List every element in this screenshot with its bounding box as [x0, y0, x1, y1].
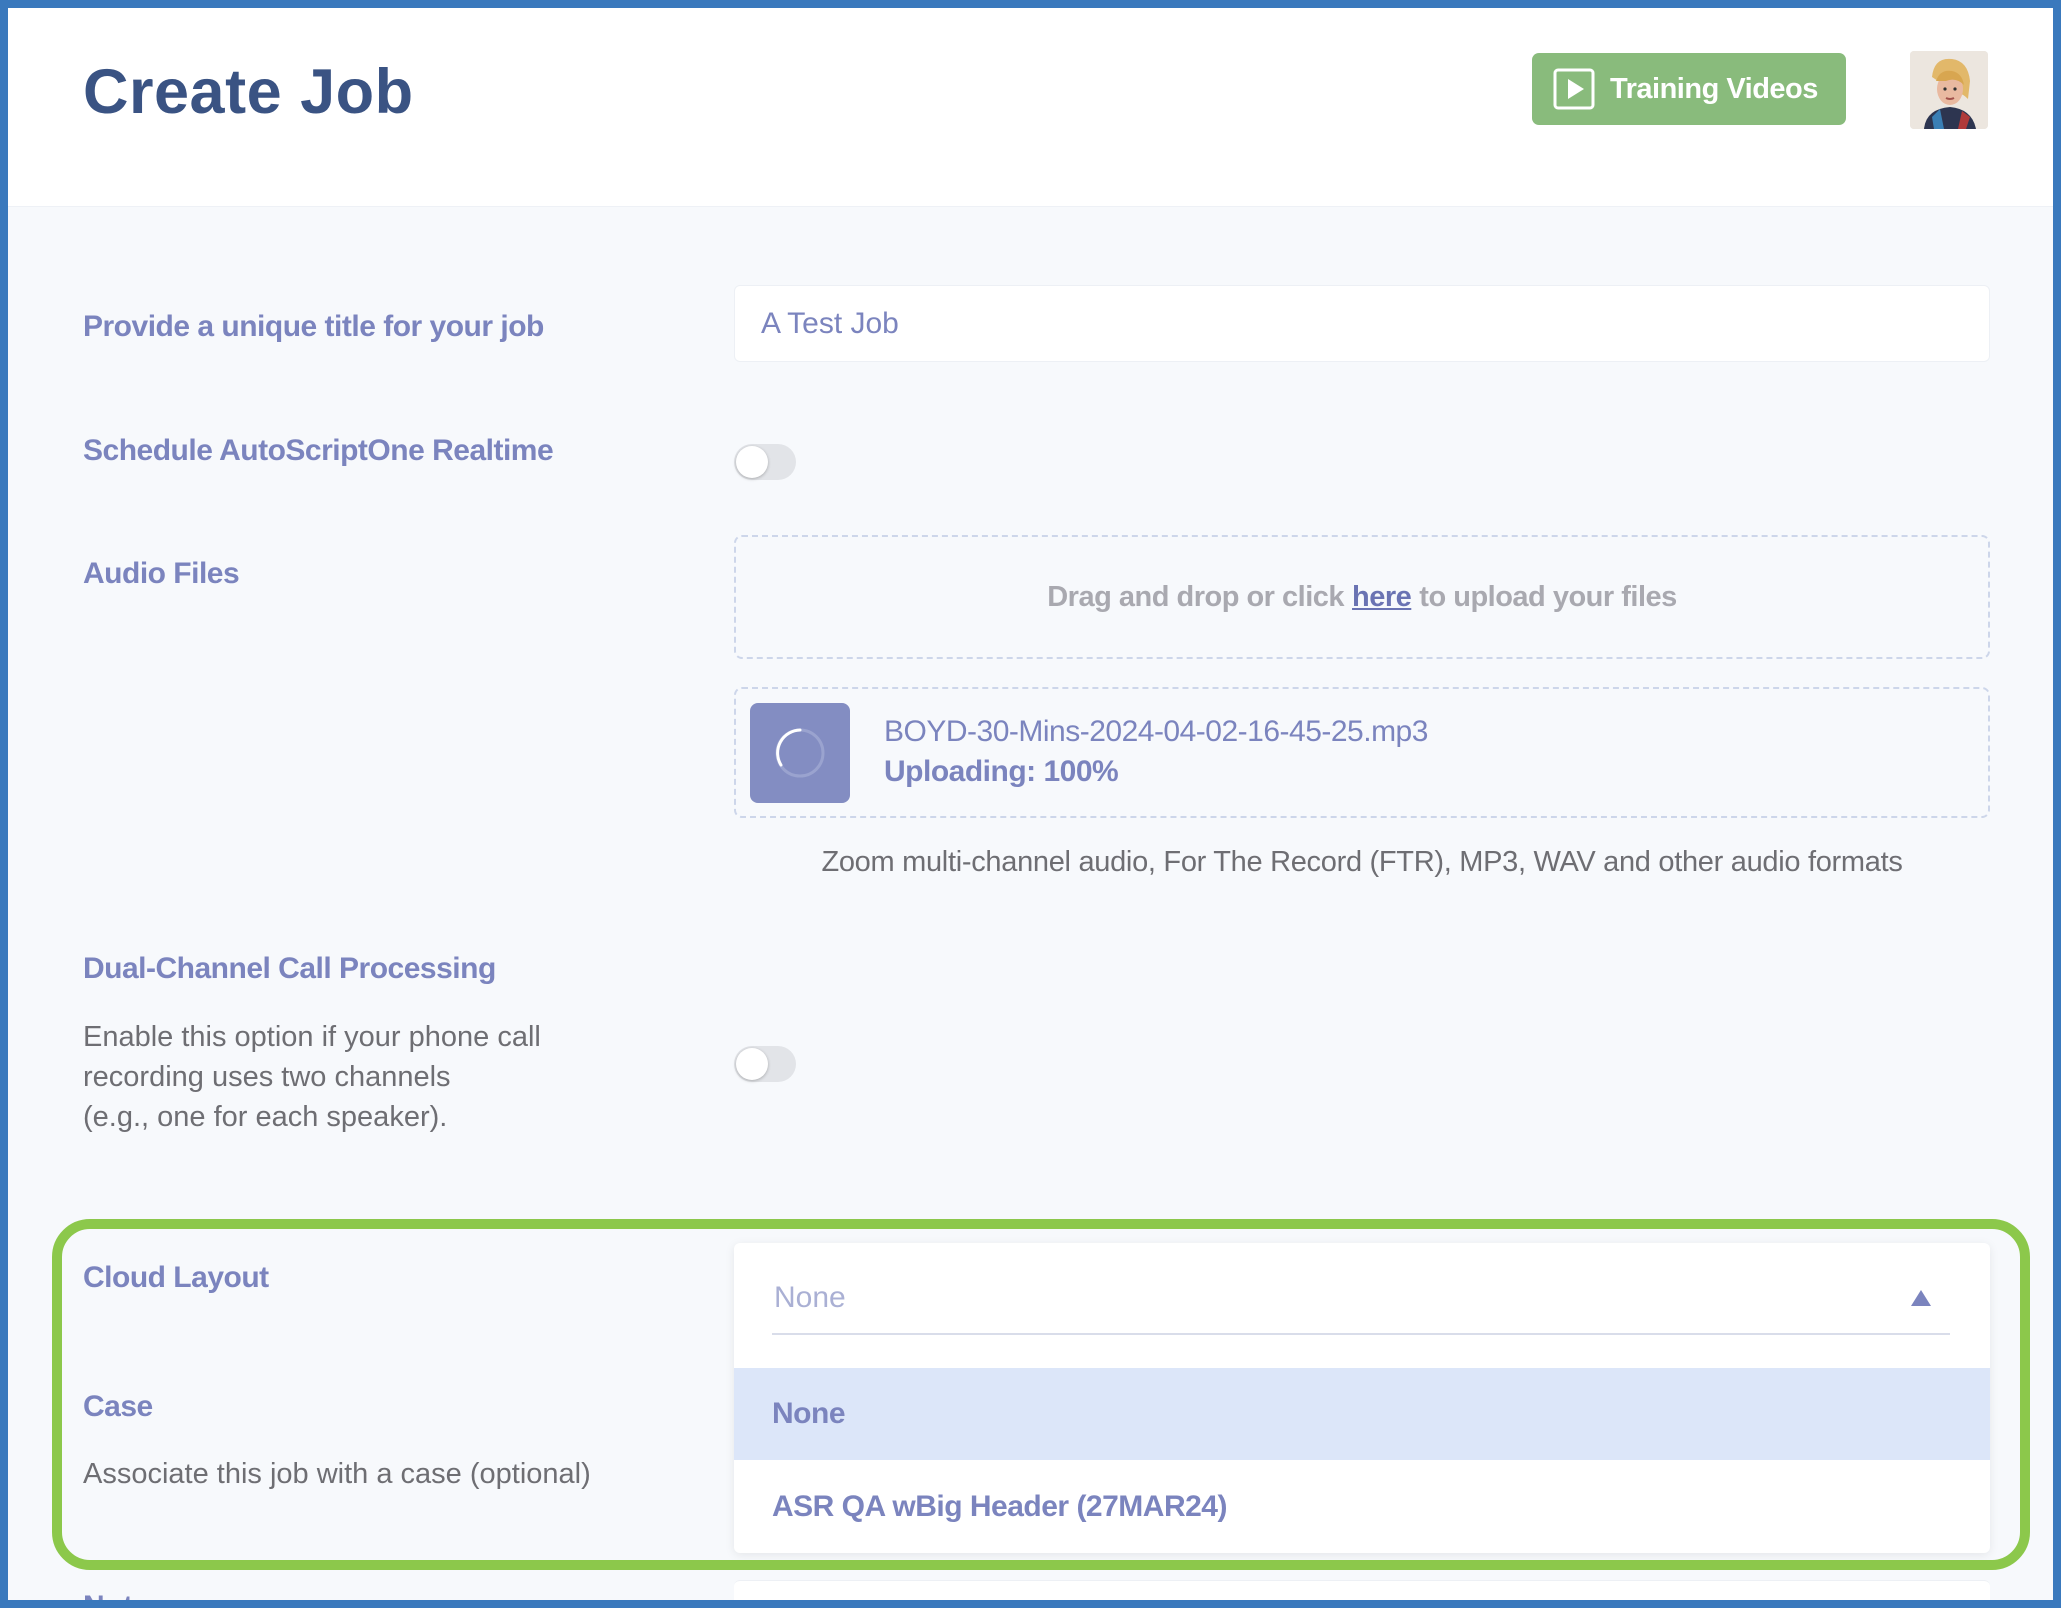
app-frame: Create Job Training Videos Provide a uni…	[0, 0, 2061, 1608]
cloud-layout-dropdown: None ASR QA wBig Header (27MAR24)	[734, 1243, 1990, 1553]
uploaded-file-card: BOYD-30-Mins-2024-04-02-16-45-25.mp3 Upl…	[734, 687, 1990, 818]
dual-channel-label: Dual-Channel Call Processing	[83, 952, 496, 985]
audio-files-label: Audio Files	[83, 557, 240, 590]
file-thumbnail	[750, 703, 850, 803]
realtime-label: Schedule AutoScriptOne Realtime	[83, 434, 554, 467]
user-avatar[interactable]	[1910, 51, 1988, 129]
caret-up-icon[interactable]	[1906, 1283, 1936, 1313]
dual-channel-desc-line: Enable this option if your phone call	[83, 1021, 541, 1053]
supported-formats-note: Zoom multi-channel audio, For The Record…	[821, 846, 1903, 878]
play-icon	[1553, 68, 1595, 110]
cloud-layout-search-input[interactable]	[772, 1263, 1950, 1335]
spinner-icon	[775, 728, 825, 778]
job-title-input[interactable]	[734, 285, 1990, 362]
file-upload-status: Uploading: 100%	[884, 755, 1119, 788]
job-title-label: Provide a unique title for your job	[83, 310, 544, 343]
notes-input[interactable]	[734, 1580, 1990, 1600]
caret-up-glyph	[1911, 1290, 1931, 1306]
dropzone-text-after: to upload your files	[1419, 580, 1677, 613]
file-name: BOYD-30-Mins-2024-04-02-16-45-25.mp3	[884, 715, 1428, 748]
case-description: Associate this job with a case (optional…	[83, 1458, 591, 1490]
notes-label: Notes	[83, 1590, 167, 1608]
cloud-layout-option-asr-qa[interactable]: ASR QA wBig Header (27MAR24)	[734, 1461, 1990, 1553]
dual-channel-description: Enable this option if your phone call re…	[83, 1017, 541, 1137]
page-title: Create Job	[83, 57, 414, 127]
dual-channel-desc-line: (e.g., one for each speaker).	[83, 1101, 448, 1133]
toggle-knob	[736, 446, 768, 478]
cloud-layout-option-none[interactable]: None	[734, 1368, 1990, 1460]
cloud-layout-label: Cloud Layout	[83, 1261, 269, 1294]
page-header: Create Job Training Videos	[8, 8, 2053, 207]
training-videos-button[interactable]: Training Videos	[1532, 53, 1846, 125]
upload-here-link[interactable]: here	[1352, 581, 1412, 614]
toggle-knob	[736, 1048, 768, 1080]
training-videos-label: Training Videos	[1610, 72, 1818, 105]
dropzone-text-before: Drag and drop or click	[1047, 580, 1345, 613]
dual-channel-desc-line: recording uses two channels	[83, 1061, 451, 1093]
audio-dropzone[interactable]: Drag and drop or click here to upload yo…	[734, 535, 1990, 659]
realtime-toggle[interactable]	[734, 444, 796, 480]
avatar-icon	[1910, 51, 1988, 129]
case-label: Case	[83, 1390, 153, 1423]
dual-channel-toggle[interactable]	[734, 1046, 796, 1082]
